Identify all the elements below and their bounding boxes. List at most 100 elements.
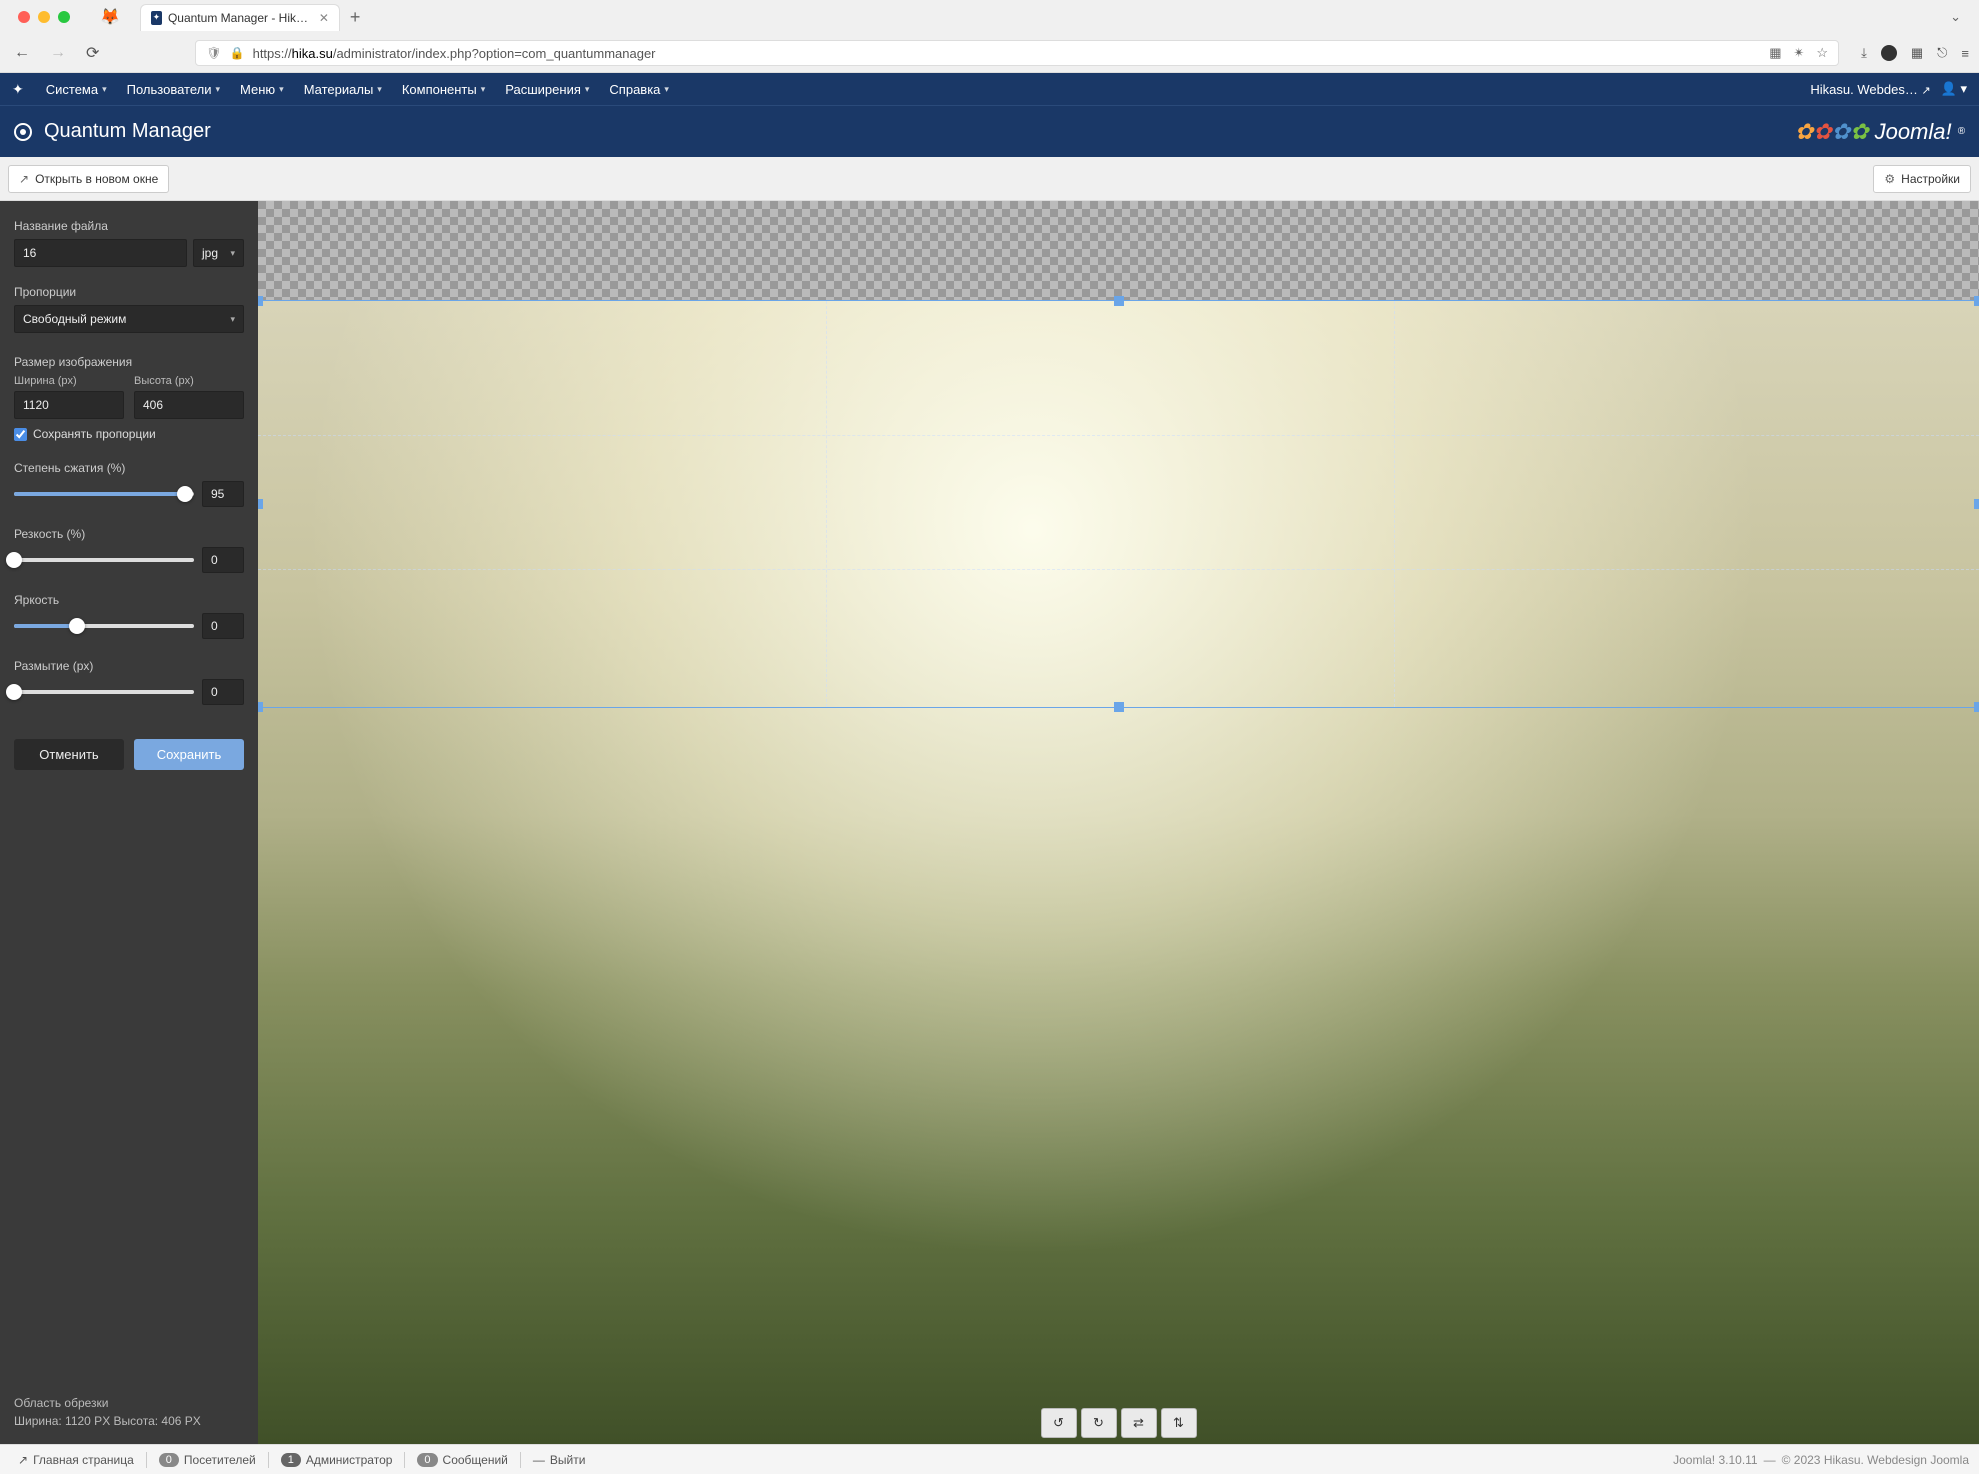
download-icon[interactable]: ⤓ xyxy=(1861,45,1867,61)
file-ext-select[interactable]: jpg▾ xyxy=(193,239,244,267)
crop-handle-icon[interactable] xyxy=(258,702,263,712)
slider-thumb-icon[interactable] xyxy=(6,684,22,700)
chevron-down-icon: ▾ xyxy=(664,84,669,95)
chevron-down-icon: ▾ xyxy=(585,84,590,95)
chevron-down-icon: ▾ xyxy=(377,84,382,95)
maximize-window-icon[interactable] xyxy=(58,11,70,23)
topnav-item-3[interactable]: Материалы▾ xyxy=(294,75,392,104)
site-name-link[interactable]: Hikasu. Webdes… ↗ xyxy=(1810,82,1930,97)
visitors-stat[interactable]: 0 Посетителей xyxy=(151,1453,264,1467)
apps-icon[interactable]: ▦ xyxy=(1911,45,1923,61)
transparency-checker xyxy=(258,201,1979,301)
home-link[interactable]: ↗ Главная страница xyxy=(10,1453,142,1467)
size-label: Размер изображения xyxy=(14,355,244,369)
aspect-select[interactable]: Свободный режим▾ xyxy=(14,305,244,333)
crop-handle-icon[interactable] xyxy=(1974,499,1979,509)
bright-slider[interactable] xyxy=(14,624,194,628)
keep-ratio-checkbox[interactable]: Сохранять пропорции xyxy=(14,427,244,441)
joomla-glyph-icon[interactable]: ✦ xyxy=(12,81,24,98)
external-link-icon: ↗ xyxy=(1921,85,1930,97)
shield-icon: 🛡 xyxy=(206,46,221,60)
crop-area-label: Область обрезки xyxy=(14,1394,244,1412)
height-input[interactable] xyxy=(134,391,244,419)
aspect-label: Пропорции xyxy=(14,285,244,299)
chevron-down-icon: ▾ xyxy=(279,84,284,95)
chevron-down-icon: ▾ xyxy=(481,84,486,95)
crop-handle-icon[interactable] xyxy=(1974,296,1979,306)
crop-handle-icon[interactable] xyxy=(1114,702,1124,712)
external-link-icon: ↗ xyxy=(19,172,29,186)
chevron-down-icon: ▾ xyxy=(102,84,107,95)
bug-icon[interactable]: ✴ xyxy=(1794,45,1805,61)
height-label: Высота (px) xyxy=(134,375,244,387)
flip-vertical-button[interactable]: ⇅ xyxy=(1161,1408,1197,1438)
reload-button[interactable]: ⟳ xyxy=(82,39,103,67)
user-menu-icon[interactable]: 👤 ▾ xyxy=(1941,81,1967,97)
width-label: Ширина (px) xyxy=(14,375,124,387)
bookmark-icon[interactable]: ☆ xyxy=(1816,45,1828,61)
slider-thumb-icon[interactable] xyxy=(177,486,193,502)
rotate-right-button[interactable]: ↻ xyxy=(1081,1408,1117,1438)
blur-label: Размытие (px) xyxy=(14,659,244,673)
topnav-item-0[interactable]: Система▾ xyxy=(36,75,117,104)
settings-button[interactable]: ⚙ Настройки xyxy=(1873,165,1971,193)
crop-selection[interactable] xyxy=(258,301,1979,707)
qr-icon[interactable]: ▦ xyxy=(1769,45,1781,61)
menu-icon[interactable]: ≡ xyxy=(1961,46,1969,61)
logout-link[interactable]: — Выйти xyxy=(525,1453,594,1467)
blur-value[interactable]: 0 xyxy=(202,679,244,705)
compress-value[interactable]: 95 xyxy=(202,481,244,507)
tab-close-icon[interactable]: ✕ xyxy=(319,11,329,25)
save-button[interactable]: Сохранить xyxy=(134,739,244,770)
back-button[interactable]: ← xyxy=(10,40,34,66)
chevron-down-icon: ▾ xyxy=(230,314,235,325)
topnav-item-2[interactable]: Меню▾ xyxy=(230,75,294,104)
new-tab-button[interactable]: + xyxy=(350,7,361,28)
sharp-label: Резкость (%) xyxy=(14,527,244,541)
forward-button: → xyxy=(46,40,70,66)
firefox-icon: 🦊 xyxy=(100,7,120,27)
compress-slider[interactable] xyxy=(14,492,194,496)
crop-handle-icon[interactable] xyxy=(258,296,263,306)
topnav-item-1[interactable]: Пользователи▾ xyxy=(117,75,230,104)
cancel-button[interactable]: Отменить xyxy=(14,739,124,770)
account-icon[interactable] xyxy=(1881,45,1897,61)
slider-thumb-icon[interactable] xyxy=(6,552,22,568)
crop-info: Ширина: 1120 PX Высота: 406 PX xyxy=(14,1412,244,1430)
rotate-left-button[interactable]: ↺ xyxy=(1041,1408,1077,1438)
sharp-value[interactable]: 0 xyxy=(202,547,244,573)
target-icon xyxy=(14,123,32,141)
close-window-icon[interactable] xyxy=(18,11,30,23)
width-input[interactable] xyxy=(14,391,124,419)
crop-handle-icon[interactable] xyxy=(1974,702,1979,712)
topnav-item-5[interactable]: Расширения▾ xyxy=(495,75,599,104)
url-text: https://hika.su/administrator/index.php?… xyxy=(253,46,656,61)
lock-icon: 🔒 xyxy=(230,46,245,60)
chevron-down-icon: ▾ xyxy=(230,248,235,259)
browser-tab[interactable]: Quantum Manager - Hikasu. We… ✕ xyxy=(140,4,340,31)
flip-horizontal-button[interactable]: ⇄ xyxy=(1121,1408,1157,1438)
topnav-item-4[interactable]: Компоненты▾ xyxy=(392,75,495,104)
slider-thumb-icon[interactable] xyxy=(69,618,85,634)
bright-value[interactable]: 0 xyxy=(202,613,244,639)
minimize-window-icon[interactable] xyxy=(38,11,50,23)
compress-label: Степень сжатия (%) xyxy=(14,461,244,475)
messages-stat[interactable]: 0 Сообщений xyxy=(409,1453,515,1467)
keep-ratio-input[interactable] xyxy=(14,428,27,441)
topnav-item-6[interactable]: Справка▾ xyxy=(599,75,679,104)
blur-slider[interactable] xyxy=(14,690,194,694)
address-bar[interactable]: 🛡 🔒 https://hika.su/administrator/index.… xyxy=(195,40,1839,66)
tabs-dropdown-icon[interactable]: ⌄ xyxy=(1950,9,1961,24)
crop-handle-icon[interactable] xyxy=(1114,296,1124,306)
tab-favicon-icon xyxy=(151,11,162,25)
sharp-slider[interactable] xyxy=(14,558,194,562)
crop-handle-icon[interactable] xyxy=(258,499,263,509)
page-title: Quantum Manager xyxy=(44,120,211,143)
file-name-input[interactable] xyxy=(14,239,187,267)
external-link-icon: ↗ xyxy=(18,1453,28,1467)
admin-stat[interactable]: 1 Администратор xyxy=(273,1453,401,1467)
open-new-window-button[interactable]: ↗ Открыть в новом окне xyxy=(8,165,169,193)
extensions-icon[interactable]: ⎋ xyxy=(1937,45,1947,61)
status-version: Joomla! 3.10.11—© 2023 Hikasu. Webdesign… xyxy=(1673,1453,1969,1467)
image-canvas[interactable]: ↺ ↻ ⇄ ⇅ xyxy=(258,201,1979,1444)
